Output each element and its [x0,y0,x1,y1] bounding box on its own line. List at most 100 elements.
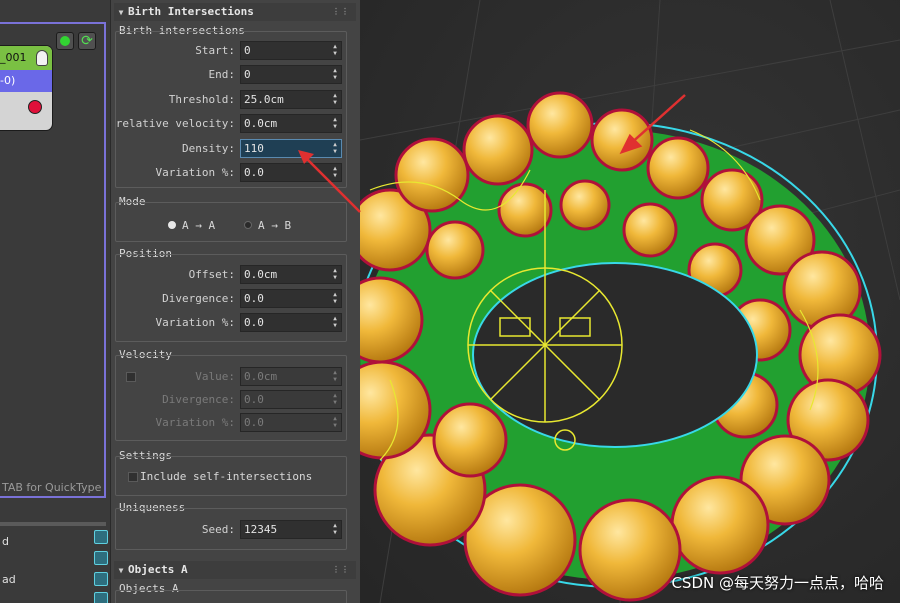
threshold-row: Threshold: 25.0cm ▲ ▼ [116,90,342,110]
position-variation-spinner[interactable]: 0.0 ▲ ▼ [240,313,342,332]
start-value: 0 [244,44,251,57]
density-annotation-arrow [298,150,361,213]
depot-label: d [2,535,9,548]
seed-label: Seed: [201,523,235,536]
relative-velocity-spinner[interactable]: 0.0cm ▲ ▼ [240,114,342,133]
collapse-arrow-icon[interactable]: ▼ [114,4,128,22]
spinner-arrows-icon[interactable]: ▲ ▼ [331,369,339,383]
divergence-row: Divergence: 0.0 ▲ ▼ [116,289,342,309]
event-node[interactable]: _001 -0) [0,46,52,130]
objects-a-rollout[interactable]: ▼ Objects A ⋮⋮ [114,561,356,579]
torus-hole [472,262,758,448]
viewport-scene [360,0,900,603]
3d-viewport[interactable]: CSDN @每天努力一点点，哈哈 [360,0,900,603]
offset-label: Offset: [188,268,235,281]
velocity-variation-spinner[interactable]: 0.0 ▲ ▼ [240,413,342,432]
parameter-panel: ▼ Birth Intersections ⋮⋮ Birth intersecti… [110,0,360,603]
relative-velocity-label: relative velocity: [115,117,235,130]
offset-spinner[interactable]: 0.0cm ▲ ▼ [240,265,342,284]
velocity-divergence-value: 0.0 [244,393,264,406]
velocity-variation-label: Variation %: [155,416,235,429]
start-label: Start: [195,44,235,57]
operator-icon[interactable] [94,592,108,603]
spinner-arrows-icon[interactable]: ▲ ▼ [331,116,339,130]
offset-row: Offset: 0.0cm ▲ ▼ [116,265,342,285]
end-label: End: [208,68,236,81]
radio-icon [244,221,252,229]
density-label: Density: [182,142,235,155]
spinner-arrows-icon[interactable]: ▲ ▼ [331,267,339,281]
operator-icon[interactable] [94,530,108,544]
spinner-arrows-icon[interactable]: ▲ ▼ [331,67,339,81]
spinner-arrows-icon[interactable]: ▲ ▼ [331,315,339,329]
operator-icon[interactable] [94,572,108,586]
objects-a-group [115,590,347,603]
bulb-icon[interactable] [36,50,48,66]
position-variation-value: 0.0 [244,316,264,329]
particle-flow-node-editor[interactable]: ⟳ _001 -0) TAB for QuickType d ad [0,0,110,603]
variation-label: Variation %: [155,166,235,179]
radio-label: A → B [258,219,292,232]
relative-velocity-row: relative velocity: 0.0cm ▲ ▼ [116,114,342,134]
seed-value: 12345 [244,523,278,536]
node-editor-scrollbar[interactable] [0,522,106,526]
annotation-arrow-icon [303,155,361,213]
velocity-group: Value: 0.0cm ▲ ▼ Divergence: 0.0 ▲ ▼ Variati… [115,355,347,441]
spinner-arrows-icon[interactable]: ▲ ▼ [331,43,339,57]
output-port-icon[interactable] [28,100,42,114]
variation-value: 0.0 [244,166,264,179]
velocity-value-spinner[interactable]: 0.0cm ▲ ▼ [240,367,342,386]
spinner-arrows-icon[interactable]: ▲ ▼ [331,392,339,406]
depot-label: ad [2,573,16,586]
position-group: Offset: 0.0cm ▲ ▼ Divergence: 0.0 ▲ ▼ Variat… [115,254,347,342]
velocity-variation-value: 0.0 [244,416,264,429]
spinner-arrows-icon[interactable]: ▲ ▼ [331,522,339,536]
velocity-divergence-row: Divergence: 0.0 ▲ ▼ [116,390,342,410]
threshold-value: 25.0cm [244,93,284,106]
self-intersections-label: Include self-intersections [140,470,313,483]
collapse-arrow-icon[interactable]: ▼ [114,562,128,580]
rollout-title: Birth Intersections [128,5,254,18]
offset-value: 0.0cm [244,268,278,281]
velocity-divergence-label: Divergence: [162,393,235,406]
velocity-value-label: Value: [195,370,235,383]
quicktype-hint: TAB for QuickType [2,481,102,494]
start-row: Start: 0 ▲ ▼ [116,41,342,61]
rollout-title: Objects A [128,563,188,576]
threshold-label: Threshold: [168,93,235,106]
green-dot-icon[interactable] [56,32,74,50]
settings-group: Include self-intersections [115,456,347,496]
position-variation-row: Variation %: 0.0 ▲ ▼ [116,313,342,333]
rollout-grip: ⋮⋮ [332,565,350,574]
density-value: 110 [244,142,264,155]
self-intersections-checkbox[interactable] [128,472,138,482]
velocity-divergence-spinner[interactable]: 0.0 ▲ ▼ [240,390,342,409]
divergence-value: 0.0 [244,292,264,305]
refresh-icon[interactable]: ⟳ [78,32,96,50]
end-row: End: 0 ▲ ▼ [116,65,342,85]
threshold-spinner[interactable]: 25.0cm ▲ ▼ [240,90,342,109]
node-operator[interactable]: -0) [0,70,52,92]
spinner-arrows-icon[interactable]: ▲ ▼ [331,415,339,429]
radio-label: A → A [182,219,216,232]
rollout-grip: ⋮⋮ [332,7,350,16]
divergence-spinner[interactable]: 0.0 ▲ ▼ [240,289,342,308]
velocity-variation-row: Variation %: 0.0 ▲ ▼ [116,413,342,433]
start-spinner[interactable]: 0 ▲ ▼ [240,41,342,60]
relative-velocity-value: 0.0cm [244,117,278,130]
spinner-arrows-icon[interactable]: ▲ ▼ [331,291,339,305]
end-spinner[interactable]: 0 ▲ ▼ [240,65,342,84]
watermark: CSDN @每天努力一点点，哈哈 [671,574,884,592]
operator-icon[interactable] [94,551,108,565]
velocity-value: 0.0cm [244,370,278,383]
position-variation-label: Variation %: [155,316,235,329]
seed-row: Seed: 12345 ▲ ▼ [116,520,342,540]
birth-intersections-rollout[interactable]: ▼ Birth Intersections ⋮⋮ [114,3,356,21]
seed-spinner[interactable]: 12345 ▲ ▼ [240,520,342,539]
end-value: 0 [244,68,251,81]
velocity-value-row: Value: 0.0cm ▲ ▼ [116,367,342,387]
spinner-arrows-icon[interactable]: ▲ ▼ [331,92,339,106]
uniqueness-group: Seed: 12345 ▲ ▼ [115,508,347,550]
divergence-label: Divergence: [162,292,235,305]
radio-icon [168,221,176,229]
